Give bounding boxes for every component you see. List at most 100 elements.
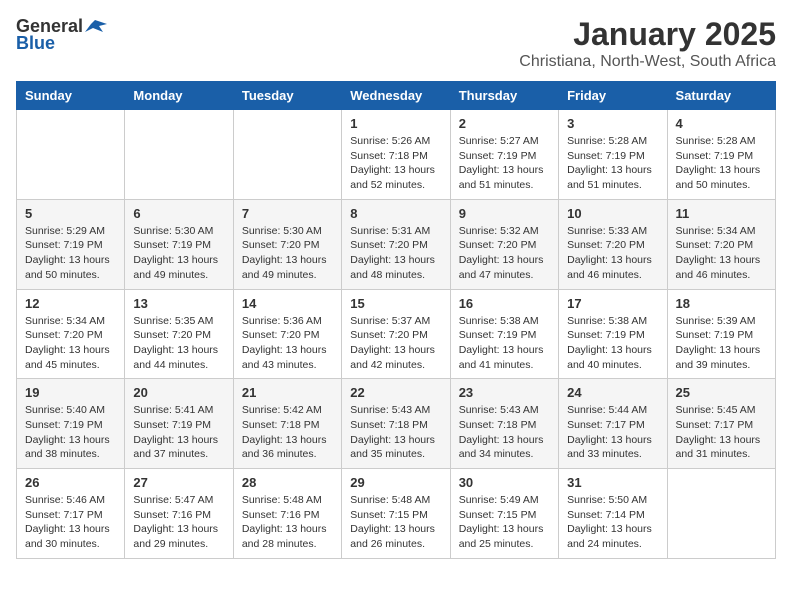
- header-sunday: Sunday: [17, 82, 125, 110]
- day-detail: Sunrise: 5:39 AM Sunset: 7:19 PM Dayligh…: [676, 314, 767, 373]
- day-number: 8: [350, 206, 441, 221]
- calendar-cell: 6Sunrise: 5:30 AM Sunset: 7:19 PM Daylig…: [125, 199, 233, 289]
- day-number: 21: [242, 385, 333, 400]
- day-number: 27: [133, 475, 224, 490]
- day-detail: Sunrise: 5:31 AM Sunset: 7:20 PM Dayligh…: [350, 224, 441, 283]
- day-detail: Sunrise: 5:48 AM Sunset: 7:15 PM Dayligh…: [350, 493, 441, 552]
- day-number: 12: [25, 296, 116, 311]
- calendar-week-4: 19 Sunrise: 5:40 AM Sunset: 7:19 PM Dayli…: [17, 379, 776, 469]
- calendar-cell: 12 Sunrise: 5:34 AM Sunset: 7:20 PM Dayli…: [17, 289, 125, 379]
- title-block: January 2025 Christiana, North-West, Sou…: [519, 16, 776, 71]
- calendar-header-row: Sunday Monday Tuesday Wednesday Thursday…: [17, 82, 776, 110]
- day-detail: Sunrise: 5:44 AM Sunset: 7:17 PM Dayligh…: [567, 403, 658, 462]
- day-detail: Sunrise: 5:38 AM Sunset: 7:19 PM Dayligh…: [459, 314, 550, 373]
- logo-bird-icon: [85, 18, 107, 36]
- day-detail: Sunrise: 5:33 AM Sunset: 7:20 PM Dayligh…: [567, 224, 658, 283]
- day-detail: Sunrise: 5:26 AM Sunset: 7:18 PM Dayligh…: [350, 134, 441, 193]
- calendar-cell: 20 Sunrise: 5:41 AM Sunset: 7:19 PM Dayli…: [125, 379, 233, 469]
- calendar-cell: 3 Sunrise: 5:28 AM Sunset: 7:19 PM Daylig…: [559, 110, 667, 200]
- day-number: 22: [350, 385, 441, 400]
- calendar-cell: 10 Sunrise: 5:33 AM Sunset: 7:20 PM Dayli…: [559, 199, 667, 289]
- logo: General Blue: [16, 16, 107, 54]
- day-detail: Sunrise: 5:50 AM Sunset: 7:14 PM Dayligh…: [567, 493, 658, 552]
- page-title: January 2025: [519, 16, 776, 53]
- day-detail: Sunrise: 5:34 AM Sunset: 7:20 PM Dayligh…: [676, 224, 767, 283]
- day-number: 15: [350, 296, 441, 311]
- day-number: 23: [459, 385, 550, 400]
- day-detail: Sunrise: 5:36 AM Sunset: 7:20 PM Dayligh…: [242, 314, 333, 373]
- calendar-cell: 16 Sunrise: 5:38 AM Sunset: 7:19 PM Dayli…: [450, 289, 558, 379]
- calendar-week-1: 1 Sunrise: 5:26 AM Sunset: 7:18 PM Daylig…: [17, 110, 776, 200]
- calendar-cell: 11 Sunrise: 5:34 AM Sunset: 7:20 PM Dayli…: [667, 199, 775, 289]
- header-wednesday: Wednesday: [342, 82, 450, 110]
- day-number: 29: [350, 475, 441, 490]
- calendar-cell: [125, 110, 233, 200]
- calendar-cell: 24 Sunrise: 5:44 AM Sunset: 7:17 PM Dayli…: [559, 379, 667, 469]
- header-saturday: Saturday: [667, 82, 775, 110]
- calendar-cell: 28Sunrise: 5:48 AM Sunset: 7:16 PM Dayli…: [233, 469, 341, 559]
- day-number: 3: [567, 116, 658, 131]
- day-number: 26: [25, 475, 116, 490]
- calendar-cell: 9Sunrise: 5:32 AM Sunset: 7:20 PM Daylig…: [450, 199, 558, 289]
- day-detail: Sunrise: 5:40 AM Sunset: 7:19 PM Dayligh…: [25, 403, 116, 462]
- day-detail: Sunrise: 5:45 AM Sunset: 7:17 PM Dayligh…: [676, 403, 767, 462]
- calendar-cell: 29 Sunrise: 5:48 AM Sunset: 7:15 PM Dayli…: [342, 469, 450, 559]
- day-detail: Sunrise: 5:46 AM Sunset: 7:17 PM Dayligh…: [25, 493, 116, 552]
- day-number: 31: [567, 475, 658, 490]
- header-friday: Friday: [559, 82, 667, 110]
- calendar-week-2: 5 Sunrise: 5:29 AM Sunset: 7:19 PM Daylig…: [17, 199, 776, 289]
- day-number: 16: [459, 296, 550, 311]
- day-detail: Sunrise: 5:37 AM Sunset: 7:20 PM Dayligh…: [350, 314, 441, 373]
- day-number: 6: [133, 206, 224, 221]
- day-number: 5: [25, 206, 116, 221]
- day-number: 11: [676, 206, 767, 221]
- day-detail: Sunrise: 5:47 AM Sunset: 7:16 PM Dayligh…: [133, 493, 224, 552]
- calendar-cell: 8 Sunrise: 5:31 AM Sunset: 7:20 PM Daylig…: [342, 199, 450, 289]
- day-detail: Sunrise: 5:30 AM Sunset: 7:20 PM Dayligh…: [242, 224, 333, 283]
- day-number: 24: [567, 385, 658, 400]
- day-detail: Sunrise: 5:41 AM Sunset: 7:19 PM Dayligh…: [133, 403, 224, 462]
- calendar-cell: 30Sunrise: 5:49 AM Sunset: 7:15 PM Dayli…: [450, 469, 558, 559]
- calendar-cell: 17 Sunrise: 5:38 AM Sunset: 7:19 PM Dayli…: [559, 289, 667, 379]
- calendar-cell: 26 Sunrise: 5:46 AM Sunset: 7:17 PM Dayli…: [17, 469, 125, 559]
- day-number: 10: [567, 206, 658, 221]
- day-number: 17: [567, 296, 658, 311]
- calendar-cell: 19 Sunrise: 5:40 AM Sunset: 7:19 PM Dayli…: [17, 379, 125, 469]
- day-number: 19: [25, 385, 116, 400]
- calendar-cell: 2Sunrise: 5:27 AM Sunset: 7:19 PM Daylig…: [450, 110, 558, 200]
- calendar-cell: 7Sunrise: 5:30 AM Sunset: 7:20 PM Daylig…: [233, 199, 341, 289]
- day-number: 1: [350, 116, 441, 131]
- day-detail: Sunrise: 5:49 AM Sunset: 7:15 PM Dayligh…: [459, 493, 550, 552]
- day-number: 25: [676, 385, 767, 400]
- page-subtitle: Christiana, North-West, South Africa: [519, 53, 776, 71]
- day-detail: Sunrise: 5:28 AM Sunset: 7:19 PM Dayligh…: [567, 134, 658, 193]
- day-number: 4: [676, 116, 767, 131]
- day-number: 13: [133, 296, 224, 311]
- header-tuesday: Tuesday: [233, 82, 341, 110]
- day-detail: Sunrise: 5:28 AM Sunset: 7:19 PM Dayligh…: [676, 134, 767, 193]
- day-number: 9: [459, 206, 550, 221]
- calendar-cell: [17, 110, 125, 200]
- calendar-table: Sunday Monday Tuesday Wednesday Thursday…: [16, 81, 776, 559]
- day-detail: Sunrise: 5:29 AM Sunset: 7:19 PM Dayligh…: [25, 224, 116, 283]
- calendar-cell: 14Sunrise: 5:36 AM Sunset: 7:20 PM Dayli…: [233, 289, 341, 379]
- calendar-cell: 15 Sunrise: 5:37 AM Sunset: 7:20 PM Dayli…: [342, 289, 450, 379]
- header-monday: Monday: [125, 82, 233, 110]
- calendar-cell: [667, 469, 775, 559]
- day-number: 18: [676, 296, 767, 311]
- day-detail: Sunrise: 5:48 AM Sunset: 7:16 PM Dayligh…: [242, 493, 333, 552]
- calendar-cell: 21Sunrise: 5:42 AM Sunset: 7:18 PM Dayli…: [233, 379, 341, 469]
- calendar-cell: 31 Sunrise: 5:50 AM Sunset: 7:14 PM Dayli…: [559, 469, 667, 559]
- day-detail: Sunrise: 5:38 AM Sunset: 7:19 PM Dayligh…: [567, 314, 658, 373]
- day-detail: Sunrise: 5:27 AM Sunset: 7:19 PM Dayligh…: [459, 134, 550, 193]
- day-detail: Sunrise: 5:34 AM Sunset: 7:20 PM Dayligh…: [25, 314, 116, 373]
- calendar-cell: 13Sunrise: 5:35 AM Sunset: 7:20 PM Dayli…: [125, 289, 233, 379]
- day-number: 20: [133, 385, 224, 400]
- calendar-cell: 23Sunrise: 5:43 AM Sunset: 7:18 PM Dayli…: [450, 379, 558, 469]
- page-header: General Blue January 2025 Christiana, No…: [16, 16, 776, 71]
- calendar-cell: 1 Sunrise: 5:26 AM Sunset: 7:18 PM Daylig…: [342, 110, 450, 200]
- day-detail: Sunrise: 5:43 AM Sunset: 7:18 PM Dayligh…: [350, 403, 441, 462]
- calendar-cell: [233, 110, 341, 200]
- calendar-cell: 25 Sunrise: 5:45 AM Sunset: 7:17 PM Dayli…: [667, 379, 775, 469]
- logo-blue-text: Blue: [16, 33, 55, 54]
